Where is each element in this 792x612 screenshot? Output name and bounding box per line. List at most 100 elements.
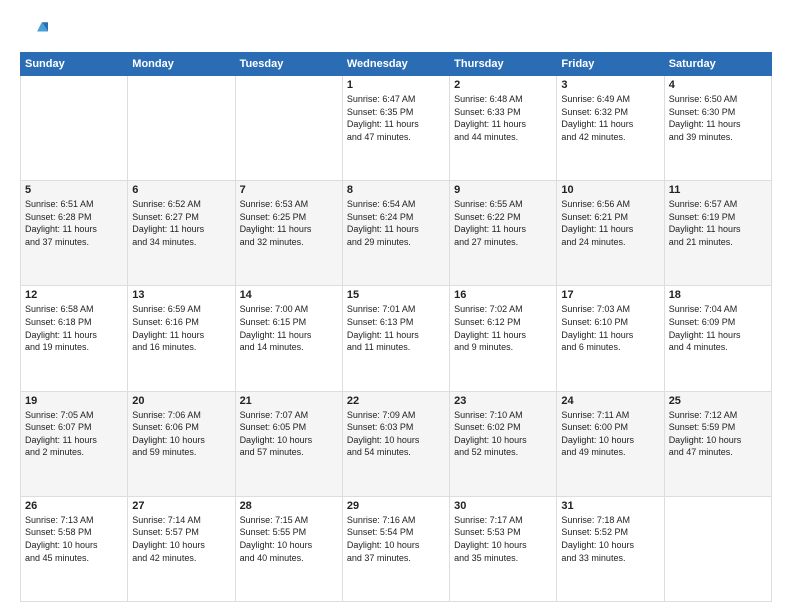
- calendar-cell: 24Sunrise: 7:11 AMSunset: 6:00 PMDayligh…: [557, 391, 664, 496]
- cell-text: Sunrise: 7:14 AM: [132, 514, 230, 527]
- calendar-cell: [664, 496, 771, 601]
- cell-text: and 37 minutes.: [347, 552, 445, 565]
- cell-text: Sunrise: 6:52 AM: [132, 198, 230, 211]
- cell-text: Sunset: 6:12 PM: [454, 316, 552, 329]
- cell-text: Sunrise: 7:17 AM: [454, 514, 552, 527]
- weekday-header-tuesday: Tuesday: [235, 53, 342, 76]
- cell-text: Sunrise: 7:15 AM: [240, 514, 338, 527]
- cell-text: Daylight: 11 hours: [454, 329, 552, 342]
- cell-text: Sunset: 6:03 PM: [347, 421, 445, 434]
- cell-text: Daylight: 10 hours: [454, 434, 552, 447]
- cell-text: Sunrise: 6:48 AM: [454, 93, 552, 106]
- calendar-cell: 5Sunrise: 6:51 AMSunset: 6:28 PMDaylight…: [21, 181, 128, 286]
- cell-text: Sunrise: 7:12 AM: [669, 409, 767, 422]
- logo: [20, 16, 50, 44]
- cell-text: Daylight: 11 hours: [132, 223, 230, 236]
- day-number: 20: [132, 395, 230, 407]
- calendar-cell: 1Sunrise: 6:47 AMSunset: 6:35 PMDaylight…: [342, 76, 449, 181]
- day-number: 27: [132, 500, 230, 512]
- cell-text: Daylight: 11 hours: [561, 118, 659, 131]
- cell-text: and 52 minutes.: [454, 446, 552, 459]
- cell-text: Daylight: 11 hours: [240, 329, 338, 342]
- day-number: 2: [454, 79, 552, 91]
- cell-text: Sunset: 6:05 PM: [240, 421, 338, 434]
- cell-text: and 29 minutes.: [347, 236, 445, 249]
- cell-text: and 33 minutes.: [561, 552, 659, 565]
- cell-text: and 32 minutes.: [240, 236, 338, 249]
- day-number: 1: [347, 79, 445, 91]
- calendar-cell: 14Sunrise: 7:00 AMSunset: 6:15 PMDayligh…: [235, 286, 342, 391]
- cell-text: Sunrise: 7:16 AM: [347, 514, 445, 527]
- calendar-cell: [128, 76, 235, 181]
- week-row-4: 19Sunrise: 7:05 AMSunset: 6:07 PMDayligh…: [21, 391, 772, 496]
- cell-text: and 44 minutes.: [454, 131, 552, 144]
- cell-text: Sunset: 6:06 PM: [132, 421, 230, 434]
- day-number: 8: [347, 184, 445, 196]
- day-number: 22: [347, 395, 445, 407]
- cell-text: Daylight: 11 hours: [561, 223, 659, 236]
- cell-text: Sunset: 6:15 PM: [240, 316, 338, 329]
- cell-text: Sunset: 6:22 PM: [454, 211, 552, 224]
- cell-text: and 42 minutes.: [132, 552, 230, 565]
- calendar-cell: 16Sunrise: 7:02 AMSunset: 6:12 PMDayligh…: [450, 286, 557, 391]
- cell-text: Sunrise: 7:00 AM: [240, 303, 338, 316]
- day-number: 31: [561, 500, 659, 512]
- week-row-1: 1Sunrise: 6:47 AMSunset: 6:35 PMDaylight…: [21, 76, 772, 181]
- cell-text: Sunset: 6:18 PM: [25, 316, 123, 329]
- cell-text: and 21 minutes.: [669, 236, 767, 249]
- cell-text: Daylight: 11 hours: [669, 118, 767, 131]
- day-number: 18: [669, 289, 767, 301]
- cell-text: Sunrise: 7:18 AM: [561, 514, 659, 527]
- cell-text: and 40 minutes.: [240, 552, 338, 565]
- calendar-cell: 21Sunrise: 7:07 AMSunset: 6:05 PMDayligh…: [235, 391, 342, 496]
- cell-text: Sunrise: 7:03 AM: [561, 303, 659, 316]
- cell-text: Sunrise: 6:57 AM: [669, 198, 767, 211]
- cell-text: Daylight: 11 hours: [454, 223, 552, 236]
- calendar-cell: 10Sunrise: 6:56 AMSunset: 6:21 PMDayligh…: [557, 181, 664, 286]
- cell-text: Daylight: 11 hours: [25, 223, 123, 236]
- day-number: 4: [669, 79, 767, 91]
- cell-text: and 14 minutes.: [240, 341, 338, 354]
- cell-text: Daylight: 10 hours: [561, 539, 659, 552]
- day-number: 16: [454, 289, 552, 301]
- week-row-2: 5Sunrise: 6:51 AMSunset: 6:28 PMDaylight…: [21, 181, 772, 286]
- day-number: 17: [561, 289, 659, 301]
- day-number: 10: [561, 184, 659, 196]
- cell-text: Daylight: 10 hours: [240, 539, 338, 552]
- cell-text: and 37 minutes.: [25, 236, 123, 249]
- calendar-cell: 6Sunrise: 6:52 AMSunset: 6:27 PMDaylight…: [128, 181, 235, 286]
- day-number: 30: [454, 500, 552, 512]
- calendar-cell: 8Sunrise: 6:54 AMSunset: 6:24 PMDaylight…: [342, 181, 449, 286]
- cell-text: Sunset: 6:32 PM: [561, 106, 659, 119]
- cell-text: Daylight: 10 hours: [240, 434, 338, 447]
- calendar-cell: 12Sunrise: 6:58 AMSunset: 6:18 PMDayligh…: [21, 286, 128, 391]
- cell-text: Daylight: 11 hours: [347, 329, 445, 342]
- weekday-header-saturday: Saturday: [664, 53, 771, 76]
- cell-text: Sunrise: 7:11 AM: [561, 409, 659, 422]
- cell-text: Sunrise: 6:50 AM: [669, 93, 767, 106]
- cell-text: Sunrise: 7:09 AM: [347, 409, 445, 422]
- cell-text: and 34 minutes.: [132, 236, 230, 249]
- day-number: 28: [240, 500, 338, 512]
- cell-text: Sunset: 6:16 PM: [132, 316, 230, 329]
- day-number: 25: [669, 395, 767, 407]
- cell-text: Daylight: 10 hours: [347, 539, 445, 552]
- cell-text: Sunrise: 7:06 AM: [132, 409, 230, 422]
- cell-text: Sunrise: 6:54 AM: [347, 198, 445, 211]
- day-number: 9: [454, 184, 552, 196]
- calendar-cell: 11Sunrise: 6:57 AMSunset: 6:19 PMDayligh…: [664, 181, 771, 286]
- weekday-header-wednesday: Wednesday: [342, 53, 449, 76]
- cell-text: and 49 minutes.: [561, 446, 659, 459]
- day-number: 26: [25, 500, 123, 512]
- week-row-5: 26Sunrise: 7:13 AMSunset: 5:58 PMDayligh…: [21, 496, 772, 601]
- cell-text: Sunrise: 6:59 AM: [132, 303, 230, 316]
- calendar-cell: 2Sunrise: 6:48 AMSunset: 6:33 PMDaylight…: [450, 76, 557, 181]
- calendar-cell: [235, 76, 342, 181]
- day-number: 3: [561, 79, 659, 91]
- cell-text: Sunset: 6:25 PM: [240, 211, 338, 224]
- cell-text: Daylight: 11 hours: [132, 329, 230, 342]
- cell-text: Daylight: 11 hours: [561, 329, 659, 342]
- day-number: 24: [561, 395, 659, 407]
- cell-text: Sunset: 5:55 PM: [240, 526, 338, 539]
- cell-text: Daylight: 11 hours: [347, 118, 445, 131]
